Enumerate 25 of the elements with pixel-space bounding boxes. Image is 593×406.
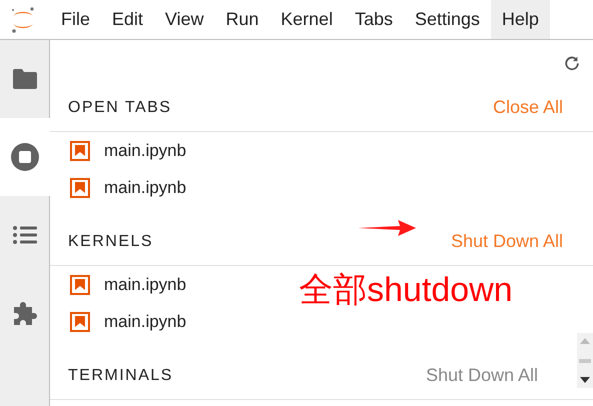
section-title: KERNELS [68,232,154,250]
menu-item[interactable]: File [50,0,102,39]
menu-item[interactable]: Help [490,0,550,39]
section-title: OPEN TABS [68,98,172,116]
folder-icon [12,68,38,90]
menu-item[interactable]: Settings [404,0,491,39]
menu-item[interactable]: Edit [101,0,154,39]
annotation-text: 全部shutdown [299,270,513,311]
notebook-name[interactable]: main.ipynb [104,178,186,198]
notebook-icon [70,178,90,198]
notebook-icon [70,274,90,294]
menu-item[interactable]: Kernel [270,0,344,39]
stop-icon [10,142,40,172]
notebook-name[interactable]: main.ipynb [104,274,186,294]
menu-item[interactable]: View [154,0,215,39]
notebook-name[interactable]: main.ipynb [104,140,186,160]
sidebar-tab[interactable] [0,118,50,196]
notebook-icon [70,140,90,160]
section-title: TERMINALS [68,366,174,384]
scrollbar[interactable] [577,333,593,388]
menu-item[interactable]: Tabs [344,0,404,39]
notebook-name[interactable]: main.ipynb [104,312,186,332]
notebook-icon [70,312,90,332]
menu-item[interactable]: Run [214,0,270,39]
list-icon [12,225,38,245]
